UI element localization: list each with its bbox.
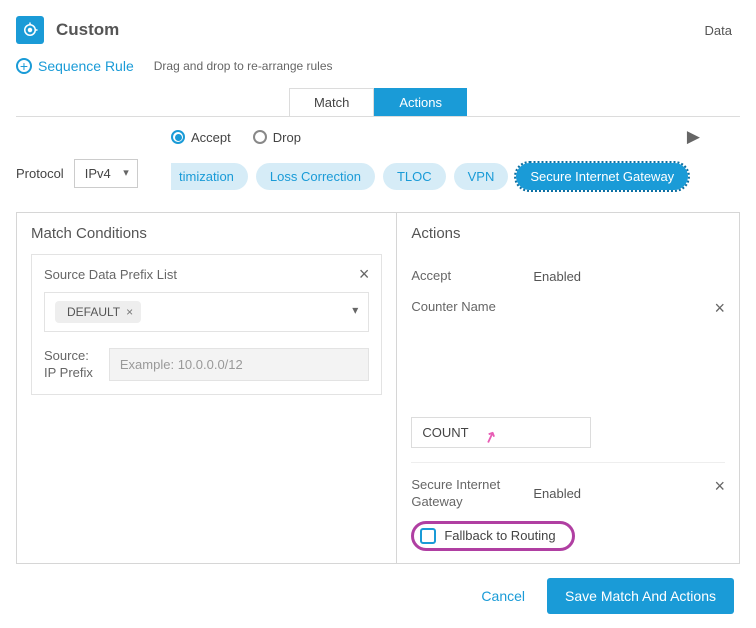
sequence-rule-label: Sequence Rule xyxy=(38,58,134,74)
accept-label: Accept xyxy=(411,268,521,285)
actions-strip: Protocol IPv4 Accept Drop ▶ timization L… xyxy=(0,117,756,190)
pill-loss-correction[interactable]: Loss Correction xyxy=(256,163,375,190)
actions-title: Actions xyxy=(411,225,725,242)
protocol-select[interactable]: IPv4 xyxy=(74,159,138,188)
action-pill-row: timization Loss Correction TLOC VPN Secu… xyxy=(171,163,740,190)
match-card-source-prefix: × Source Data Prefix List DEFAULT × Sour… xyxy=(31,254,382,395)
sequence-rule-button[interactable]: + Sequence Rule xyxy=(16,58,134,74)
breadcrumb-data: Data xyxy=(705,23,732,38)
plus-icon: + xyxy=(16,58,32,74)
page-title: Custom xyxy=(56,20,119,40)
actions-pane: Actions Accept Enabled × Counter Name × … xyxy=(397,213,739,563)
cancel-button[interactable]: Cancel xyxy=(481,588,525,604)
radio-accept[interactable]: Accept xyxy=(171,130,231,145)
radio-accept-label: Accept xyxy=(191,130,231,145)
match-conditions-title: Match Conditions xyxy=(31,225,382,242)
close-icon[interactable]: × xyxy=(359,265,370,283)
pill-secure-internet-gateway[interactable]: Secure Internet Gateway xyxy=(516,163,688,190)
fallback-to-routing[interactable]: Fallback to Routing xyxy=(411,521,574,551)
pill-vpn[interactable]: VPN xyxy=(454,163,509,190)
protocol-value: IPv4 xyxy=(85,166,111,181)
close-icon[interactable]: × xyxy=(714,299,725,317)
match-conditions-pane: Match Conditions × Source Data Prefix Li… xyxy=(17,213,397,563)
sequence-hint: Drag and drop to re-arrange rules xyxy=(154,59,333,73)
header: Custom Data xyxy=(0,0,756,52)
radio-drop[interactable]: Drop xyxy=(253,130,301,145)
fallback-label: Fallback to Routing xyxy=(444,528,555,543)
tab-bar: Match Actions xyxy=(16,88,740,117)
action-row-accept: Accept Enabled xyxy=(411,268,725,285)
action-row-counter: × Counter Name xyxy=(411,299,725,448)
tab-actions[interactable]: Actions xyxy=(374,88,467,116)
sequence-rule-bar: + Sequence Rule Drag and drop to re-arra… xyxy=(0,52,756,88)
source-prefix-list-label: Source Data Prefix List xyxy=(44,267,369,282)
protocol-selector: Protocol IPv4 xyxy=(16,159,138,188)
counter-name-label: Counter Name xyxy=(411,299,496,409)
sig-label: Secure Internet Gateway xyxy=(411,477,521,511)
chip-default-label: DEFAULT xyxy=(67,305,120,319)
source-prefix-select[interactable]: DEFAULT × xyxy=(44,292,369,332)
source-ip-prefix-input[interactable]: Example: 10.0.0.0/12 xyxy=(109,348,369,381)
config-panel: Match Conditions × Source Data Prefix Li… xyxy=(16,212,740,564)
source-ip-prefix-label: Source: IP Prefix xyxy=(44,348,93,382)
counter-name-input[interactable] xyxy=(411,417,591,448)
fallback-checkbox[interactable] xyxy=(420,528,436,544)
protocol-label: Protocol xyxy=(16,166,64,181)
app-logo xyxy=(16,16,44,44)
save-button[interactable]: Save Match And Actions xyxy=(547,578,734,614)
accept-value: Enabled xyxy=(533,269,581,284)
pill-optimization[interactable]: timization xyxy=(171,163,248,190)
chip-default: DEFAULT × xyxy=(55,301,141,323)
tab-match[interactable]: Match xyxy=(289,88,374,116)
chip-remove-icon[interactable]: × xyxy=(126,305,133,319)
radio-circle-icon xyxy=(253,130,267,144)
scroll-right-icon[interactable]: ▶ xyxy=(687,127,700,147)
radio-drop-label: Drop xyxy=(273,130,301,145)
pill-tloc[interactable]: TLOC xyxy=(383,163,446,190)
disposition-radio-group: Accept Drop xyxy=(171,130,301,145)
action-row-sig: × Secure Internet Gateway Enabled Fallba… xyxy=(411,477,725,551)
footer: Cancel Save Match And Actions xyxy=(0,564,756,628)
radio-dot-icon xyxy=(171,130,185,144)
sig-value: Enabled xyxy=(533,486,581,501)
